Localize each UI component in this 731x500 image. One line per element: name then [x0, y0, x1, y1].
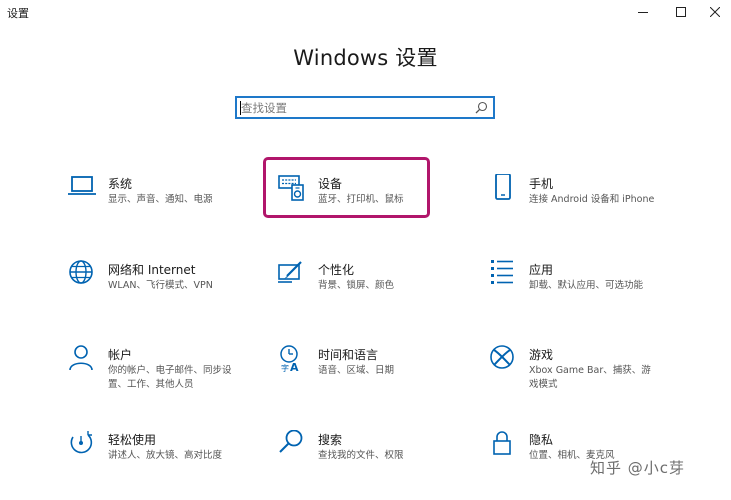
page-title: Windows 设置 [293, 46, 438, 70]
watermark: 知乎 @小c芽 [590, 459, 686, 477]
apps-list-icon [489, 260, 517, 288]
tile-description: 连接 Android 设备和 iPhone [529, 194, 655, 205]
minimize-button[interactable] [625, 0, 661, 24]
tile-description: WLAN、飞行模式、VPN [108, 280, 213, 291]
tile-name: 搜索 [318, 433, 343, 447]
tile-ease-of-access[interactable]: 轻松使用 讲述人、放大镜、高对比度 [68, 430, 268, 490]
tile-name: 帐户 [108, 348, 133, 362]
tile-gaming[interactable]: 游戏 Xbox Game Bar、捕获、游戏模式 [489, 345, 689, 405]
laptop-icon [68, 174, 96, 202]
tile-name: 网络和 Internet [108, 263, 196, 277]
tile-network[interactable]: 网络和 Internet WLAN、飞行模式、VPN [68, 260, 268, 320]
close-icon [710, 7, 720, 17]
tile-description: Xbox Game Bar、捕获、游戏模式 [529, 365, 651, 390]
tile-phone[interactable]: 手机 连接 Android 设备和 iPhone [489, 174, 689, 234]
tile-accounts[interactable]: 帐户 你的帐户、电子邮件、同步设置、工作、其他人员 [68, 345, 268, 405]
xbox-icon [489, 345, 517, 373]
tile-personalization[interactable]: 个性化 背景、锁屏、颜色 [278, 260, 478, 320]
person-icon [68, 345, 96, 373]
search-icon[interactable] [475, 101, 488, 114]
devices-highlight-box [263, 157, 430, 218]
tile-name: 系统 [108, 177, 133, 191]
window-title: 设置 [7, 7, 29, 20]
tile-name: 隐私 [529, 433, 554, 447]
tile-system[interactable]: 系统 显示、声音、通知、电源 [68, 174, 268, 234]
tile-description: 你的帐户、电子邮件、同步设置、工作、其他人员 [108, 365, 232, 390]
minimize-icon [638, 12, 648, 13]
svg-text:字: 字 [281, 363, 289, 373]
time-language-icon: A 字 [278, 345, 306, 373]
tile-description: 讲述人、放大镜、高对比度 [108, 450, 223, 461]
tile-name: 应用 [529, 263, 554, 277]
maximize-button[interactable] [663, 0, 699, 24]
svg-text:A: A [290, 361, 299, 373]
search-icon [278, 430, 306, 458]
tile-time-language[interactable]: A 字 时间和语言 语音、区域、日期 [278, 345, 478, 405]
tile-search[interactable]: 搜索 查找我的文件、权限 [278, 430, 478, 490]
tile-name: 手机 [529, 177, 554, 191]
search-box[interactable] [235, 96, 495, 119]
search-input[interactable] [241, 99, 471, 117]
tile-description: 语音、区域、日期 [318, 365, 395, 376]
close-button[interactable] [697, 0, 731, 24]
maximize-icon [676, 7, 686, 17]
tile-apps[interactable]: 应用 卸载、默认应用、可选功能 [489, 260, 689, 320]
tile-name: 个性化 [318, 263, 355, 277]
paint-icon [278, 260, 306, 288]
tile-name: 轻松使用 [108, 433, 157, 447]
globe-icon [68, 260, 96, 288]
tile-description: 卸载、默认应用、可选功能 [529, 280, 644, 291]
title-bar: 设置 [0, 0, 731, 26]
phone-icon [489, 174, 517, 202]
lock-icon [489, 430, 517, 458]
tile-description: 背景、锁屏、颜色 [318, 280, 395, 291]
tile-description: 显示、声音、通知、电源 [108, 194, 213, 205]
tile-description: 查找我的文件、权限 [318, 450, 404, 461]
ease-of-access-icon [68, 430, 96, 458]
tile-name: 游戏 [529, 348, 554, 362]
tile-name: 时间和语言 [318, 348, 379, 362]
